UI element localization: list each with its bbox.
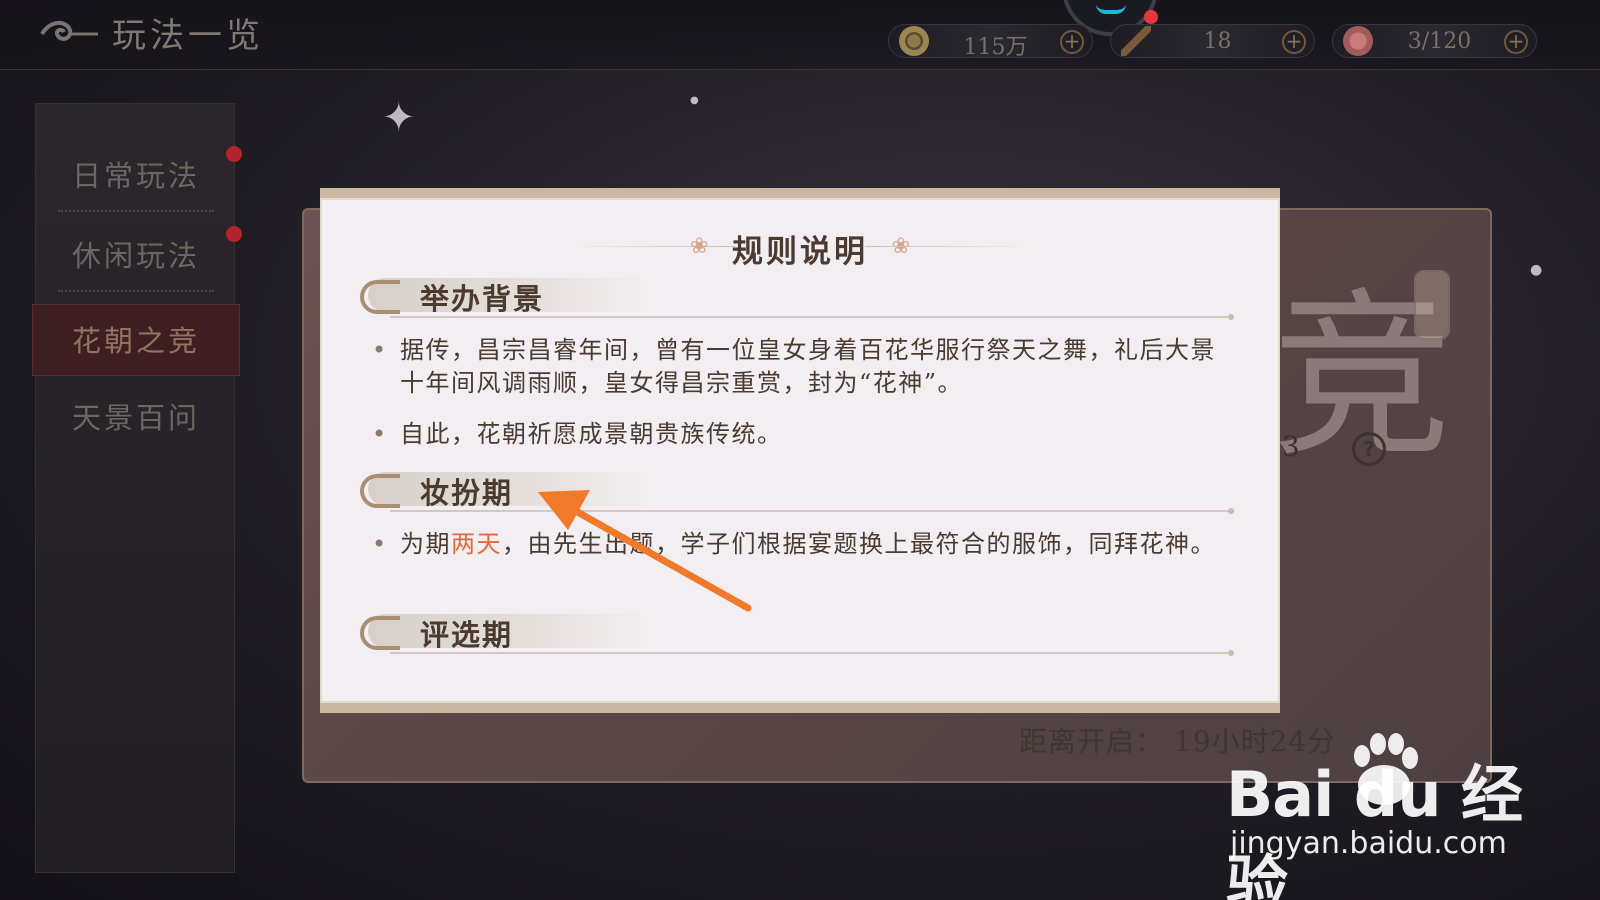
back-icon[interactable]	[36, 14, 102, 54]
currency-brush: 18 +	[1110, 24, 1315, 58]
sidebar-item-flower-contest[interactable]: 花朝之竞	[32, 304, 240, 376]
currency-flower: 3/120 +	[1332, 24, 1537, 58]
sidebar-item-label: 花朝之竞	[71, 324, 200, 358]
scroll-icon	[360, 280, 400, 314]
rule-bullet: 自此，花朝祈愿成景朝贵族传统。	[372, 418, 1232, 451]
rules-dialog: ❀ 规则说明 ❀ 举办背景 据传，昌宗昌睿年间，曾有一位皇女身着百花华服行祭天之…	[320, 188, 1280, 713]
section-header-dressing: 妆扮期	[360, 470, 1240, 514]
sidebar-item-label: 日常玩法	[71, 159, 200, 193]
sidebar-item-leisure[interactable]: 休闲玩法	[36, 220, 242, 292]
rule-bullet: 据传，昌宗昌睿年间，曾有一位皇女身着百花华服行祭天之舞，礼后大景十年间风调雨顺，…	[372, 334, 1232, 400]
flower-icon	[1343, 26, 1373, 56]
red-dot-badge	[226, 226, 242, 242]
sparkle-icon: ✦	[382, 95, 416, 141]
add-coin-button[interactable]: +	[1060, 30, 1084, 54]
section-title: 妆扮期	[420, 476, 514, 510]
section-header-background: 举办背景	[360, 276, 1240, 320]
notification-dot	[1144, 10, 1158, 24]
section-header-judging: 评选期	[360, 612, 1240, 656]
star-dot-icon: ●	[690, 95, 699, 106]
star-dot-icon: ●	[1530, 262, 1543, 278]
help-icon[interactable]: ?	[1352, 432, 1386, 466]
highlight-duration: 两天	[451, 530, 502, 558]
coin-value: 115万	[963, 35, 1028, 60]
currency-coin: 115万 +	[888, 24, 1093, 60]
flower-value: 3/120	[1407, 29, 1472, 54]
add-flower-button[interactable]: +	[1504, 30, 1528, 54]
section-title: 举办背景	[420, 282, 545, 316]
lantern-icon	[1414, 270, 1450, 340]
lotus-icon: ❀	[690, 234, 709, 259]
scroll-icon	[360, 616, 400, 650]
brush-value: 18	[1203, 29, 1232, 54]
dialog-title: 规则说明	[732, 234, 868, 270]
top-bar: 玩法一览 115万 + 18 + 3/120 +	[0, 0, 1600, 70]
watermark-logo: Bai du 经验	[1226, 758, 1523, 900]
sidebar-item-daily[interactable]: 日常玩法	[36, 140, 242, 212]
page-title: 玩法一览	[112, 16, 264, 56]
sidebar-item-label: 天景百问	[71, 401, 200, 435]
scroll-icon	[360, 474, 400, 508]
section-title: 评选期	[420, 618, 514, 652]
sidebar-item-label: 休闲玩法	[71, 239, 200, 273]
sidebar: 日常玩法 休闲玩法 花朝之竞 天景百问	[32, 103, 242, 873]
watermark-url: jingyan.baidu.com	[1230, 826, 1507, 861]
coin-icon	[899, 26, 929, 56]
brush-icon	[1121, 26, 1151, 56]
sidebar-item-hundred-questions[interactable]: 天景百问	[36, 382, 236, 454]
add-brush-button[interactable]: +	[1282, 30, 1306, 54]
baidu-watermark: Bai du 经验 jingyan.baidu.com	[1226, 730, 1526, 900]
red-dot-badge	[226, 146, 242, 162]
rule-bullet: 为期两天，由先生出题，学子们根据宴题换上最符合的服饰，同拜花神。	[372, 528, 1232, 561]
